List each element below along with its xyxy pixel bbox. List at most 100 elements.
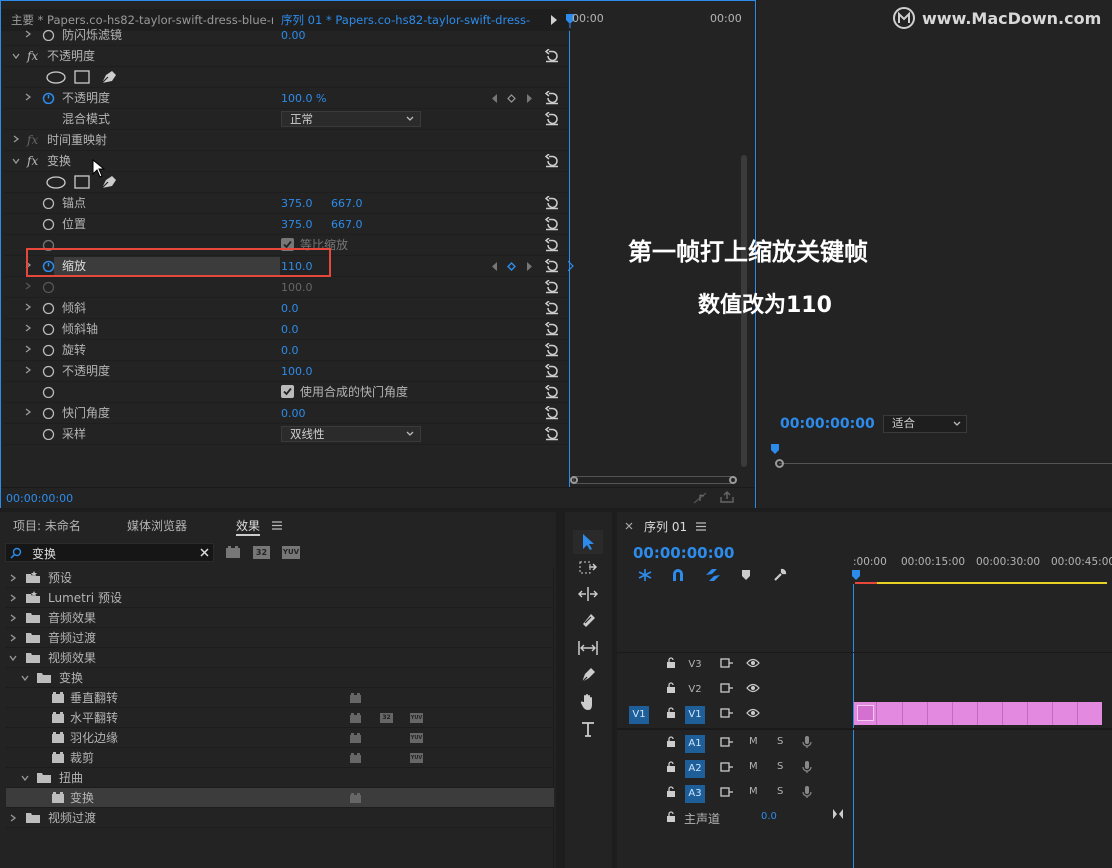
solo-button[interactable]: S xyxy=(777,786,783,797)
lock-icon[interactable] xyxy=(666,736,676,748)
tree-item-horizontal-flip[interactable]: 水平翻转 32 YUV xyxy=(6,708,554,728)
pen-mask-icon[interactable] xyxy=(100,69,118,85)
stopwatch-icon[interactable] xyxy=(42,385,55,398)
anchor-x-value[interactable]: 375.0 xyxy=(281,193,313,214)
tree-item-transform-effect[interactable]: 变换 xyxy=(6,788,554,808)
chevron-down-icon[interactable] xyxy=(21,674,29,682)
effect-transform[interactable]: fx 变换 xyxy=(4,151,567,178)
anchor-y-value[interactable]: 667.0 xyxy=(331,193,363,214)
property-value[interactable]: 0.0 xyxy=(281,319,299,340)
ellipse-mask-icon[interactable] xyxy=(46,176,66,189)
reset-icon[interactable] xyxy=(545,91,559,105)
mute-button[interactable]: M xyxy=(749,761,758,772)
sync-lock-icon[interactable] xyxy=(720,762,734,772)
chevron-down-icon[interactable] xyxy=(12,52,20,60)
reset-icon[interactable] xyxy=(545,49,559,63)
reset-icon[interactable] xyxy=(545,427,559,441)
tree-item-vertical-flip[interactable]: 垂直翻转 xyxy=(6,688,554,708)
timeline-playhead-icon[interactable] xyxy=(852,570,860,582)
property-value[interactable]: 0.00 xyxy=(281,25,306,46)
reset-icon[interactable] xyxy=(545,322,559,336)
track-label[interactable]: V1 xyxy=(685,706,705,724)
chevron-right-icon[interactable] xyxy=(9,614,17,622)
track-label[interactable]: A1 xyxy=(685,735,705,753)
tree-item-transform-folder[interactable]: 变换 xyxy=(6,668,554,688)
chevron-down-icon[interactable] xyxy=(21,774,29,782)
sync-lock-icon[interactable] xyxy=(720,683,734,693)
microphone-icon[interactable] xyxy=(802,735,812,749)
blend-mode-select[interactable]: 正常 xyxy=(281,111,421,127)
stopwatch-icon[interactable] xyxy=(42,427,55,440)
linked-selection-icon[interactable] xyxy=(705,568,721,582)
tree-item-video-effects[interactable]: 视频效果 xyxy=(6,648,554,668)
track-select-tool[interactable] xyxy=(573,556,603,580)
ellipse-mask-icon[interactable] xyxy=(46,71,66,84)
fit-select[interactable]: 适合 xyxy=(883,415,967,433)
property-value[interactable]: 0.0 xyxy=(281,340,299,361)
go-to-ends-icon[interactable] xyxy=(832,809,844,819)
solo-button[interactable]: S xyxy=(777,761,783,772)
tab-effects[interactable]: 效果 xyxy=(236,517,261,536)
position-x-value[interactable]: 375.0 xyxy=(281,214,313,235)
timeline-timecode[interactable]: 00:00:00:00 xyxy=(633,544,735,562)
sequence-tab[interactable]: 序列 01 xyxy=(644,518,687,535)
program-timecode[interactable]: 00:00:00:00 xyxy=(780,416,875,432)
selection-tool[interactable] xyxy=(573,530,603,554)
track-label[interactable]: V3 xyxy=(685,656,705,674)
type-tool[interactable] xyxy=(573,717,603,741)
lock-icon[interactable] xyxy=(666,657,676,669)
chevron-right-icon[interactable] xyxy=(24,366,32,374)
search-value[interactable]: 变换 xyxy=(32,545,56,562)
chevron-right-icon[interactable] xyxy=(24,30,32,38)
mute-button[interactable]: M xyxy=(749,786,758,797)
stopwatch-icon[interactable] xyxy=(42,28,55,41)
stopwatch-icon[interactable] xyxy=(42,364,55,377)
scroll-handle-left[interactable] xyxy=(570,476,578,484)
track-a1[interactable]: A1 M S xyxy=(617,731,853,755)
property-value[interactable]: 100.0 xyxy=(281,361,313,382)
reset-icon[interactable] xyxy=(545,217,559,231)
settings-wrench-icon[interactable] xyxy=(773,568,787,582)
pen-mask-icon[interactable] xyxy=(100,174,118,190)
hand-tool[interactable] xyxy=(573,690,603,714)
stopwatch-icon[interactable] xyxy=(42,406,55,419)
chevron-down-icon[interactable] xyxy=(12,157,20,165)
32bit-effects-icon[interactable]: 32 xyxy=(253,546,270,559)
tree-item-crop[interactable]: 裁剪 YUV xyxy=(6,748,554,768)
tree-item-feather-edges[interactable]: 羽化边缘 YUV xyxy=(6,728,554,748)
tab-project[interactable]: 项目: 未命名 xyxy=(13,517,81,534)
reset-icon[interactable] xyxy=(545,343,559,357)
reset-icon[interactable] xyxy=(545,259,559,273)
stopwatch-icon[interactable] xyxy=(42,217,55,230)
reset-icon[interactable] xyxy=(545,385,559,399)
keyframe-navigator[interactable] xyxy=(492,94,532,103)
horizontal-scrollbar[interactable] xyxy=(573,476,737,484)
track-v1[interactable]: V1 V1 xyxy=(617,702,853,726)
effects-search-box[interactable]: 变换 xyxy=(5,543,214,562)
razor-tool[interactable] xyxy=(573,609,603,633)
scroll-handle-right[interactable] xyxy=(729,476,737,484)
fx-icon[interactable]: fx xyxy=(27,151,38,172)
tree-item-lumetri-presets[interactable]: Lumetri 预设 xyxy=(6,588,554,608)
ripple-edit-tool[interactable] xyxy=(573,582,603,606)
track-label[interactable]: V2 xyxy=(685,681,705,699)
master-volume[interactable]: 0.0 xyxy=(761,811,777,822)
eye-icon[interactable] xyxy=(746,683,760,693)
stopwatch-icon[interactable] xyxy=(42,322,55,335)
panel-menu-icon[interactable] xyxy=(272,521,282,530)
chevron-down-icon[interactable] xyxy=(9,654,17,662)
export-frame-icon[interactable] xyxy=(719,491,735,504)
keyframe-marker-icon[interactable] xyxy=(568,261,574,271)
snap-icon[interactable] xyxy=(671,568,685,582)
eye-icon[interactable] xyxy=(746,708,760,718)
chevron-right-icon[interactable] xyxy=(24,324,32,332)
stopwatch-icon[interactable] xyxy=(42,301,55,314)
chevron-right-icon[interactable] xyxy=(24,408,32,416)
track-a2[interactable]: A2 M S xyxy=(617,756,853,780)
track-label[interactable]: A3 xyxy=(685,785,705,803)
track-label[interactable]: A2 xyxy=(685,760,705,778)
source-patch-v1[interactable]: V1 xyxy=(629,706,649,724)
reset-icon[interactable] xyxy=(545,112,559,126)
microphone-icon[interactable] xyxy=(802,760,812,774)
rectangle-mask-icon[interactable] xyxy=(74,175,90,189)
